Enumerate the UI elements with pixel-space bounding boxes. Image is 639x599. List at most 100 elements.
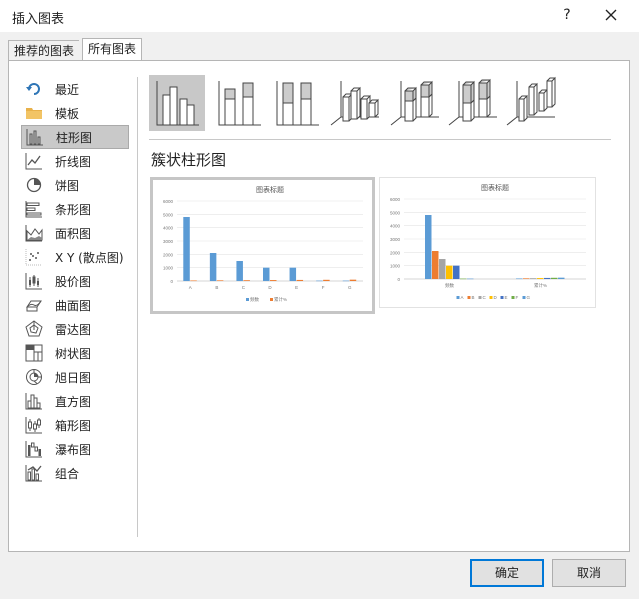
chart-preview-1[interactable]: 图表标题 0 1000 2000 3000 4000 5000 6000 A B C D E F G 频数 累计… xyxy=(150,177,375,314)
chart-title: 图表标题 xyxy=(481,183,509,192)
bar xyxy=(349,279,357,281)
all-charts-panel: 最近 模板 柱形图 折线图 饼图 条形图 面积图 X Y (散点图) 股价图 曲… xyxy=(8,60,630,552)
x-tick-label: C xyxy=(242,285,246,290)
legend-swatch xyxy=(467,296,471,299)
combo-chart-icon xyxy=(25,464,43,482)
subtype-percent-stacked-column[interactable] xyxy=(269,75,325,131)
legend-label: A xyxy=(461,295,464,300)
sidebar-item-label: 组合 xyxy=(55,466,80,481)
close-button[interactable] xyxy=(600,4,622,26)
subtype-3d-percent-stacked-column[interactable] xyxy=(445,75,501,131)
sidebar-item-treemap[interactable]: 树状图 xyxy=(21,341,129,365)
sidebar-item-stock[interactable]: 股价图 xyxy=(21,269,129,293)
y-tick-label: 3000 xyxy=(163,239,174,244)
legend-swatch xyxy=(500,296,504,299)
sidebar-item-bar[interactable]: 条形图 xyxy=(21,197,129,221)
chart-preview-2[interactable]: 图表标题 0 1000 2000 3000 4000 5000 6000 频数 累计% A B C D E F… xyxy=(379,177,596,308)
stock-chart-icon xyxy=(25,272,43,290)
bar xyxy=(523,278,530,279)
tab-strip: 推荐的图表 所有图表 xyxy=(0,32,639,62)
radar-chart-icon xyxy=(25,320,43,338)
3d-column-icon xyxy=(506,76,556,126)
gallery-separator xyxy=(149,139,611,140)
sidebar-item-radar[interactable]: 雷达图 xyxy=(21,317,129,341)
bar xyxy=(263,267,270,281)
sidebar-item-column[interactable]: 柱形图 xyxy=(21,125,129,149)
sidebar-item-waterfall[interactable]: 瀑布图 xyxy=(21,437,129,461)
x-tick-label: D xyxy=(268,285,272,290)
bar xyxy=(236,261,243,281)
sidebar-item-scatter[interactable]: X Y (散点图) xyxy=(21,245,129,269)
bar xyxy=(558,277,565,279)
legend-swatch xyxy=(478,296,482,299)
y-tick-label: 4000 xyxy=(390,224,401,229)
sidebar-item-histogram[interactable]: 直方图 xyxy=(21,389,129,413)
line-chart-icon xyxy=(25,152,43,170)
bar xyxy=(537,278,544,279)
bar xyxy=(216,280,224,281)
preview-chart-1: 图表标题 0 1000 2000 3000 4000 5000 6000 A B C D E F G 频数 累计… xyxy=(163,185,363,303)
y-tick-label: 6000 xyxy=(163,199,174,204)
sidebar-item-sunburst[interactable]: 旭日图 xyxy=(21,365,129,389)
x-tick-label: 累计% xyxy=(534,282,547,289)
sunburst-chart-icon xyxy=(25,368,43,386)
y-tick-label: 0 xyxy=(397,277,400,282)
sidebar-item-box-whisker[interactable]: 箱形图 xyxy=(21,413,129,437)
bar xyxy=(296,279,304,281)
bar xyxy=(544,277,551,279)
y-tick-label: 5000 xyxy=(163,212,174,217)
pie-chart-icon xyxy=(25,176,43,194)
legend-label: 频数 xyxy=(250,296,259,303)
y-tick-label: 3000 xyxy=(390,237,401,242)
legend-label: B xyxy=(472,295,475,300)
subtype-clustered-column[interactable] xyxy=(149,75,205,131)
preview-chart-2: 图表标题 0 1000 2000 3000 4000 5000 6000 频数 累计% A B C D E F… xyxy=(390,183,586,300)
bar xyxy=(439,259,446,279)
legend-label: D xyxy=(494,295,498,300)
chart-subtype-gallery xyxy=(149,75,611,133)
area-chart-icon xyxy=(25,224,43,242)
subtype-3d-stacked-column[interactable] xyxy=(387,75,443,131)
y-tick-label: 2000 xyxy=(390,250,401,255)
legend-swatch xyxy=(522,296,526,299)
sidebar-item-label: 瀑布图 xyxy=(55,442,92,457)
legend-label: 累计% xyxy=(274,296,287,303)
bar xyxy=(243,280,250,281)
sidebar-item-label: 柱形图 xyxy=(56,130,93,145)
waterfall-chart-icon xyxy=(25,440,43,458)
subtype-3d-column[interactable] xyxy=(503,75,559,131)
x-tick-label: A xyxy=(189,285,192,290)
sidebar-item-line[interactable]: 折线图 xyxy=(21,149,129,173)
x-tick-label: 频数 xyxy=(445,282,454,289)
ok-button[interactable]: 确定 xyxy=(470,559,544,587)
legend-label: C xyxy=(483,295,487,300)
cancel-button[interactable]: 取消 xyxy=(552,559,626,587)
legend-swatch xyxy=(270,298,273,301)
legend-label: F xyxy=(516,295,519,300)
bar xyxy=(316,280,323,282)
tab-all-charts[interactable]: 所有图表 xyxy=(82,38,143,62)
sidebar-item-pie[interactable]: 饼图 xyxy=(21,173,129,197)
clustered-column-icon xyxy=(156,81,199,126)
subtype-3d-clustered-column[interactable] xyxy=(327,75,383,131)
tab-recommended-charts[interactable]: 推荐的图表 xyxy=(8,40,80,62)
legend-swatch xyxy=(456,296,460,299)
chart-title: 图表标题 xyxy=(256,185,284,194)
sidebar-item-area[interactable]: 面积图 xyxy=(21,221,129,245)
sidebar-item-recent[interactable]: 最近 xyxy=(21,77,129,101)
y-tick-label: 5000 xyxy=(390,210,401,215)
box-whisker-chart-icon xyxy=(25,416,43,434)
bar xyxy=(190,280,197,282)
sidebar-item-combo[interactable]: 组合 xyxy=(21,461,129,485)
bar xyxy=(551,277,558,279)
sidebar-item-surface[interactable]: 曲面图 xyxy=(21,293,129,317)
help-button[interactable]: ? xyxy=(556,4,578,26)
bar xyxy=(270,280,277,281)
bar xyxy=(183,217,190,281)
subtype-stacked-column[interactable] xyxy=(211,75,267,131)
sidebar-item-templates[interactable]: 模板 xyxy=(21,101,129,125)
bar xyxy=(425,215,432,279)
x-tick-label: F xyxy=(322,285,325,290)
stacked-column-icon xyxy=(218,81,261,126)
legend-swatch xyxy=(511,296,515,299)
